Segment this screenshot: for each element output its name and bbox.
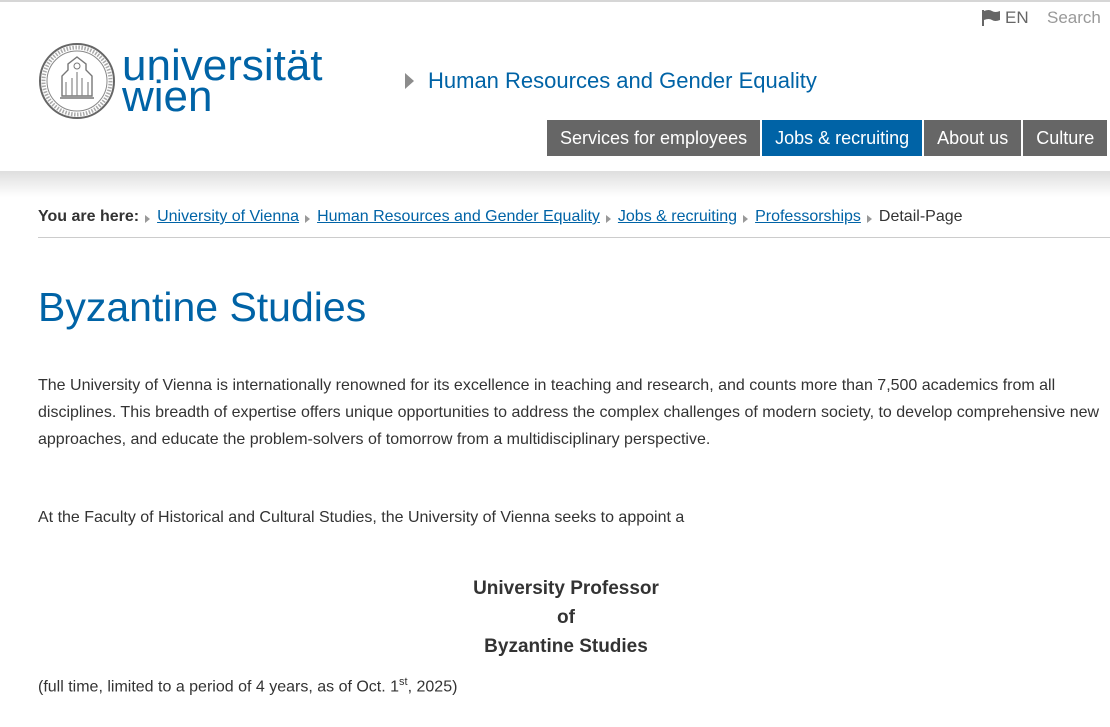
university-logo[interactable]: universität wien [38, 42, 323, 120]
terms-text: (full time, limited to a period of 4 yea… [38, 678, 400, 696]
breadcrumb-separator-icon [866, 215, 872, 223]
department-link-group: Human Resources and Gender Equality [405, 68, 817, 94]
breadcrumb-link-jobs[interactable]: Jobs & recruiting [618, 208, 737, 226]
site-header: EN Search universität wien Human Resourc… [0, 2, 1110, 171]
page-title: Byzantine Studies [38, 284, 367, 330]
nav-item-culture[interactable]: Culture [1023, 120, 1108, 156]
department-link[interactable]: Human Resources and Gender Equality [428, 68, 817, 94]
breadcrumb-separator-icon [743, 215, 749, 223]
appointment-sentence: At the Faculty of Historical and Cultura… [38, 509, 685, 526]
university-wordmark: universität wien [122, 44, 323, 119]
breadcrumb-separator-icon [145, 215, 151, 223]
breadcrumb-separator-icon [305, 215, 311, 223]
breadcrumb-separator-icon [605, 215, 611, 223]
breadcrumb-label: You are here: [38, 208, 140, 225]
position-terms: (full time, limited to a period of 4 yea… [38, 676, 457, 696]
terms-superscript: st [399, 676, 408, 688]
nav-item-services-for-employees[interactable]: Services for employees [547, 120, 761, 156]
intro-paragraph: The University of Vienna is internationa… [38, 377, 1100, 448]
position-line-1: University Professor [473, 578, 659, 599]
triangle-right-icon [405, 73, 414, 89]
language-switch[interactable]: EN [981, 8, 1029, 28]
breadcrumb-link-university[interactable]: University of Vienna [157, 208, 299, 226]
university-seal-icon [39, 43, 115, 119]
terms-text-end: , 2025) [407, 678, 458, 696]
breadcrumb: You are here: University of Vienna Human… [38, 208, 1110, 238]
language-label: EN [1005, 8, 1029, 27]
position-title: University Professor of Byzantine Studie… [376, 574, 756, 661]
nav-item-jobs-recruiting[interactable]: Jobs & recruiting [762, 120, 923, 156]
main-navigation: Services for employees Jobs & recruiting… [547, 120, 1109, 156]
position-line-3: Byzantine Studies [484, 636, 648, 657]
position-line-2: of [557, 607, 575, 628]
flag-icon [982, 10, 1000, 26]
header-shadow [0, 171, 1110, 197]
nav-item-about-us[interactable]: About us [924, 120, 1022, 156]
breadcrumb-link-professorships[interactable]: Professorships [755, 208, 861, 226]
search-link[interactable]: Search [1047, 8, 1110, 28]
breadcrumb-link-hr[interactable]: Human Resources and Gender Equality [317, 208, 600, 226]
breadcrumb-current: Detail-Page [878, 208, 963, 225]
